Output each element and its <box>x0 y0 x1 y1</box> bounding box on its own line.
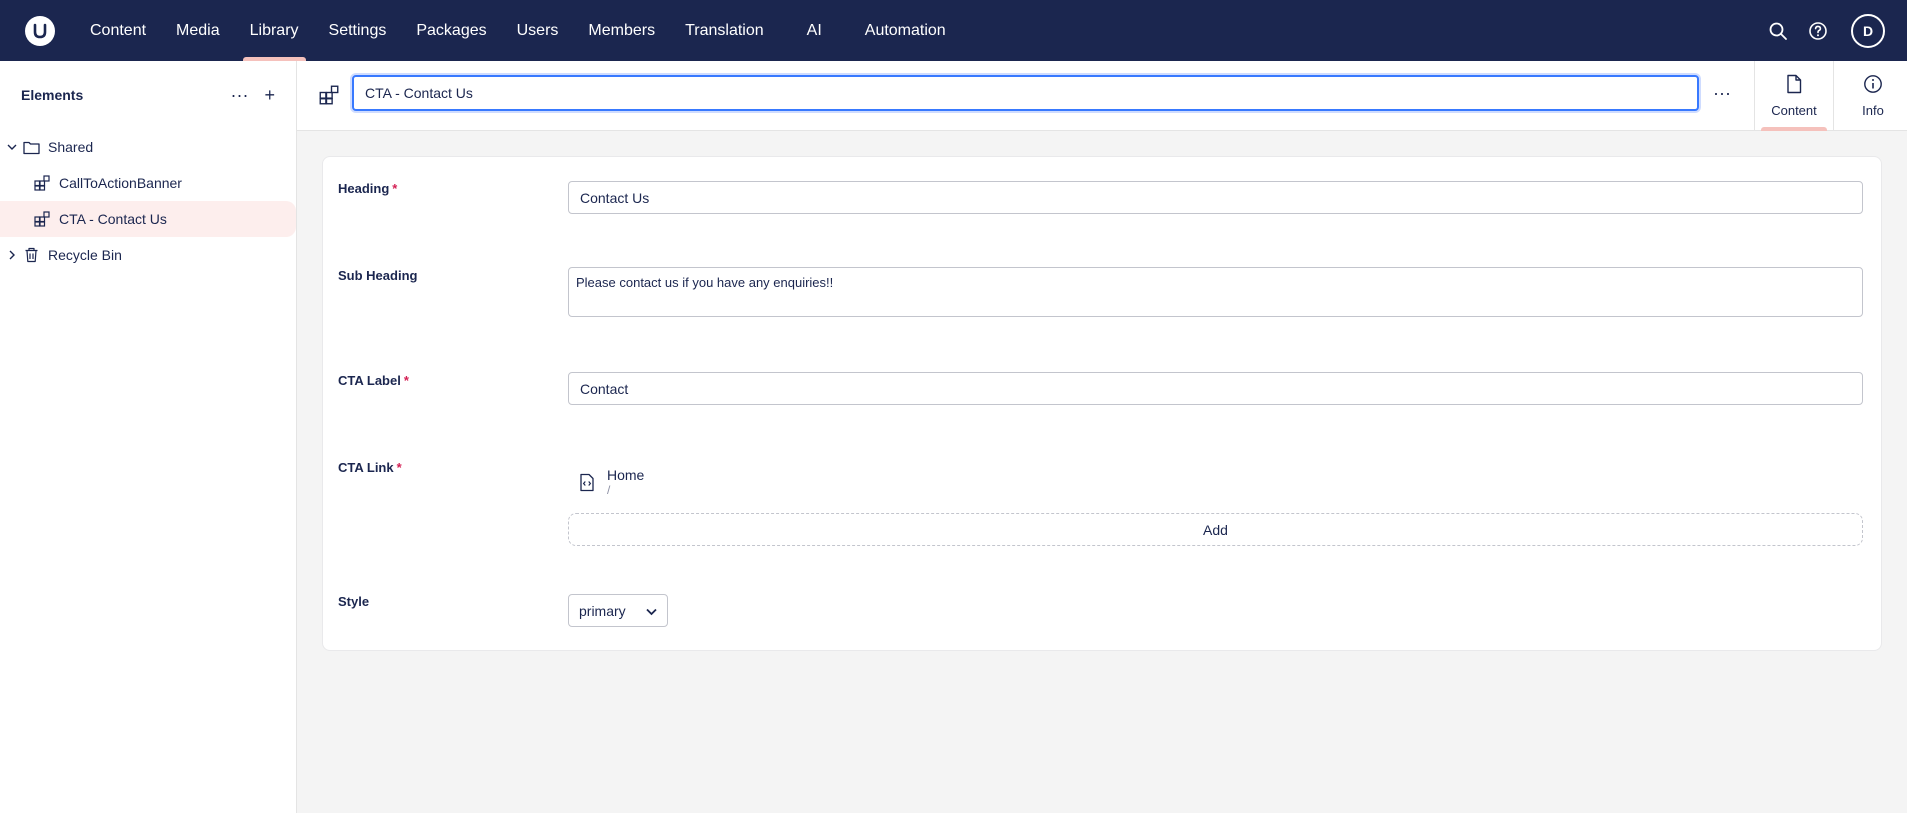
nav-item-translation[interactable]: Translation <box>670 0 779 61</box>
tree-item-cta-contact-us[interactable]: CTA - Contact Us <box>0 201 296 237</box>
chevron-down-icon[interactable] <box>6 141 18 153</box>
required-marker: * <box>403 373 409 388</box>
umbraco-logo-icon[interactable] <box>25 15 55 46</box>
nav-item-media[interactable]: Media <box>161 0 235 61</box>
nav-item-members[interactable]: Members <box>573 0 670 61</box>
document-name-input[interactable] <box>352 75 1699 111</box>
folder-icon <box>22 138 40 156</box>
top-navigation-bar: Content Media Library Settings Packages … <box>0 0 1907 61</box>
element-icon <box>33 174 51 192</box>
style-select[interactable]: primary <box>568 594 668 627</box>
required-marker: * <box>392 181 398 196</box>
nav-item-packages[interactable]: Packages <box>401 0 501 61</box>
sidebar-title: Elements <box>21 87 84 103</box>
heading-input[interactable]: Contact Us <box>568 181 1863 214</box>
search-icon[interactable] <box>1765 18 1791 44</box>
info-icon <box>1863 74 1883 97</box>
nav-item-settings[interactable]: Settings <box>314 0 402 61</box>
link-url: / <box>607 483 611 497</box>
link-name: Home <box>607 467 645 483</box>
cta-label-label: CTA Label * <box>338 373 409 388</box>
properties-card: Heading * Contact Us Sub Heading Please c… <box>322 156 1882 651</box>
link-text: Home / <box>607 467 644 497</box>
tree-item-calltoactionbanner[interactable]: CallToActionBanner <box>0 165 296 201</box>
sidebar: Elements ··· + Shared CallToActionBanner… <box>0 61 297 813</box>
tab-label: Content <box>1771 103 1817 118</box>
document-link-icon <box>579 473 597 493</box>
cta-link-label: CTA Link * <box>338 460 402 475</box>
sidebar-more-button[interactable]: ··· <box>231 86 249 104</box>
cta-link-item[interactable]: Home / <box>579 467 644 497</box>
nav-item-automation[interactable]: Automation <box>850 0 961 61</box>
style-selected-value: primary <box>579 602 626 619</box>
sidebar-actions: ··· + <box>231 86 276 104</box>
element-icon <box>33 210 51 228</box>
tree-item-label: CTA - Contact Us <box>59 211 167 227</box>
style-label: Style <box>338 594 370 609</box>
cta-label-input[interactable]: Contact <box>568 372 1863 405</box>
section-nav: Content Media Library Settings Packages … <box>75 0 961 61</box>
nav-item-ai[interactable]: AI <box>779 0 850 61</box>
sub-heading-textarea[interactable]: Please contact us if you have any enquir… <box>568 267 1863 317</box>
tab-label: Info <box>1862 103 1884 118</box>
nav-item-content[interactable]: Content <box>75 0 161 61</box>
chevron-down-icon <box>646 603 657 619</box>
document-header: ··· Content Info <box>297 61 1907 131</box>
tree-item-shared[interactable]: Shared <box>0 129 296 165</box>
tree-item-label: Shared <box>48 139 94 155</box>
tab-content[interactable]: Content <box>1754 61 1833 131</box>
help-icon[interactable] <box>1805 18 1831 44</box>
document-actions-more-button[interactable]: ··· <box>1713 83 1731 104</box>
add-link-button[interactable]: Add <box>568 513 1863 546</box>
tree-item-label: CallToActionBanner <box>59 175 182 191</box>
tab-info[interactable]: Info <box>1833 61 1907 131</box>
required-marker: * <box>396 460 402 475</box>
top-right-actions: D <box>1765 13 1885 48</box>
user-avatar[interactable]: D <box>1851 13 1885 48</box>
workspace: ··· Content Info Heading* Contact Us Sub… <box>297 61 1907 813</box>
sidebar-header: Elements ··· + <box>0 61 296 129</box>
trash-icon <box>22 246 40 264</box>
element-type-icon[interactable] <box>319 85 341 107</box>
view-tabs: Content Info <box>1754 61 1907 131</box>
sidebar-add-button[interactable]: + <box>264 86 275 104</box>
sub-heading-label: Sub Heading <box>338 268 418 283</box>
nav-item-users[interactable]: Users <box>502 0 574 61</box>
nav-item-library[interactable]: Library <box>235 0 314 61</box>
heading-label: Heading * <box>338 181 398 196</box>
tree-item-recycle-bin[interactable]: Recycle Bin <box>0 237 296 273</box>
tree-item-label: Recycle Bin <box>48 247 122 263</box>
chevron-right-icon[interactable] <box>6 249 18 261</box>
document-icon <box>1785 74 1803 97</box>
